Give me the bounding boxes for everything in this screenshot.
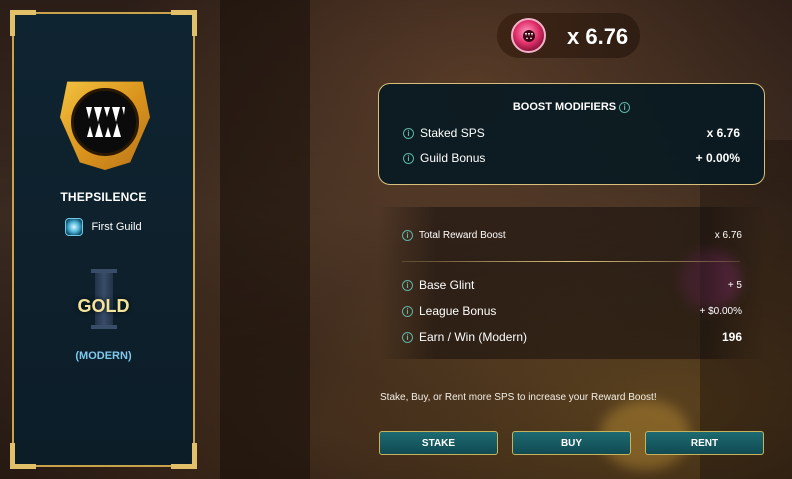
info-icon[interactable]: i <box>402 305 413 317</box>
total-reward-boost-row: i Total Reward Boost x 6.76 <box>402 227 742 243</box>
reward-row-label: Base Glint <box>419 278 475 292</box>
reward-row-label: Earn / Win (Modern) <box>419 330 528 344</box>
card-corner <box>171 443 197 469</box>
info-icon[interactable]: i <box>403 152 414 164</box>
player-name: THEPSILENCE <box>60 190 147 204</box>
base-glint-row: i Base Glint + 5 <box>402 277 742 293</box>
promo-message: Stake, Buy, or Rent more SPS to increase… <box>380 392 657 403</box>
card-corner <box>10 10 36 36</box>
reward-row-value: + $0.00% <box>699 305 742 317</box>
stake-button[interactable]: STAKE <box>379 431 498 455</box>
boost-modifiers-title: BOOST MODIFIERS i <box>379 101 764 113</box>
fangs-icon <box>71 88 139 156</box>
boost-modifiers-panel: BOOST MODIFIERS i i Staked SPS x 6.76 i … <box>378 83 765 185</box>
avatar <box>60 74 150 174</box>
info-icon[interactable]: i <box>619 101 631 113</box>
avatar-badge <box>60 81 150 170</box>
reward-row-label: Total Reward Boost <box>419 229 506 241</box>
reward-summary-panel: i Total Reward Boost x 6.76 i Base Glint… <box>378 207 765 359</box>
reward-row-value: + 5 <box>727 279 742 291</box>
info-icon[interactable]: i <box>402 331 413 343</box>
boost-row-staked-sps: i Staked SPS x 6.76 <box>403 125 740 141</box>
guild-link[interactable]: First Guild <box>14 218 193 236</box>
background-shelf <box>220 0 310 479</box>
buy-button[interactable]: BUY <box>512 431 631 455</box>
info-icon[interactable]: i <box>403 127 414 139</box>
info-icon[interactable]: i <box>402 229 413 241</box>
multiplier-value: x 6.76 <box>567 24 629 49</box>
guild-emblem-icon <box>65 218 84 236</box>
card-corner <box>171 10 197 36</box>
earn-per-win-row: i Earn / Win (Modern) 196 <box>402 329 742 345</box>
boost-row-guild-bonus: i Guild Bonus + 0.00% <box>403 150 740 166</box>
league-bonus-row: i League Bonus + $0.00% <box>402 303 742 319</box>
sps-token-icon <box>511 18 546 53</box>
boost-modifiers-title-text: BOOST MODIFIERS <box>512 101 617 113</box>
player-card: THEPSILENCE First Guild GOLD (MODERN) <box>10 10 197 469</box>
league-name: GOLD <box>77 296 130 316</box>
reward-row-value: 196 <box>721 330 742 344</box>
multiplier-display: x 6.76 <box>497 13 640 58</box>
boost-row-value: x 6.76 <box>706 126 740 140</box>
boost-row-label: Guild Bonus <box>420 151 486 165</box>
rent-button[interactable]: RENT <box>645 431 764 455</box>
boost-row-value: + 0.00% <box>695 151 740 165</box>
divider <box>402 261 740 262</box>
reward-row-value: x 6.76 <box>714 229 742 241</box>
boost-row-label: Staked SPS <box>420 126 485 140</box>
info-icon[interactable]: i <box>402 279 413 291</box>
league-format: (MODERN) <box>75 350 132 362</box>
guild-name: First Guild <box>91 221 142 233</box>
card-corner <box>10 443 36 469</box>
reward-row-label: League Bonus <box>419 304 497 318</box>
